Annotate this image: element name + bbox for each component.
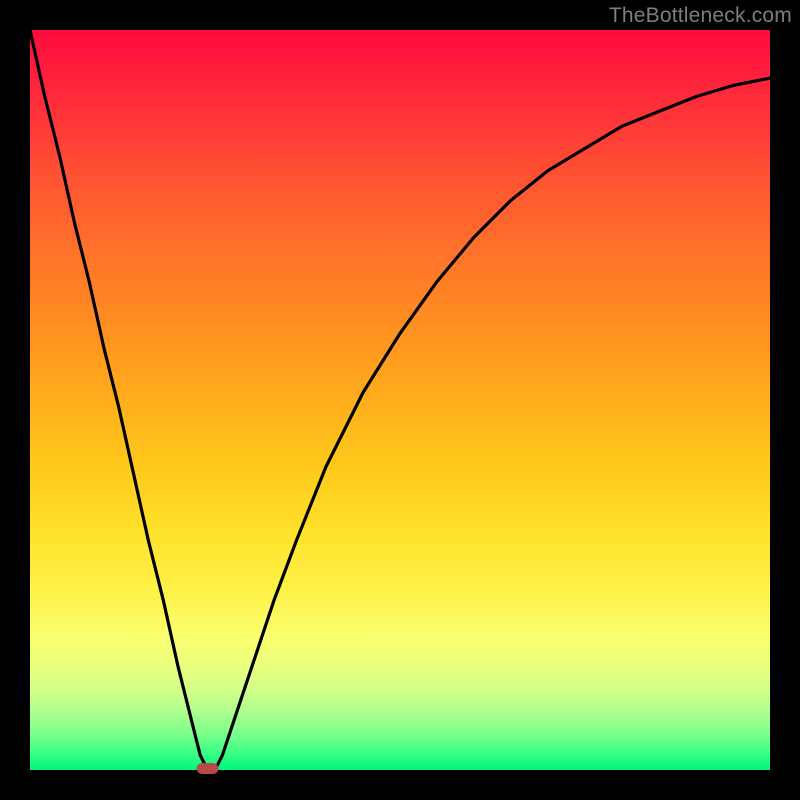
minimum-marker <box>197 763 219 774</box>
bottleneck-curve <box>30 30 770 770</box>
chart-frame: TheBottleneck.com <box>0 0 800 800</box>
watermark-text: TheBottleneck.com <box>609 4 792 28</box>
chart-svg <box>30 30 770 770</box>
plot-area <box>30 30 770 770</box>
